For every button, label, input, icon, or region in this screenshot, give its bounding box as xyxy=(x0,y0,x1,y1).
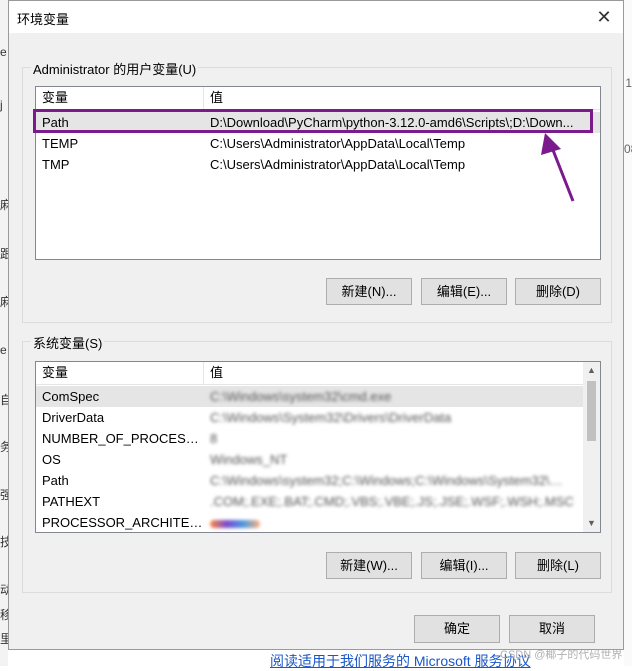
dialog-title: 环境变量 xyxy=(17,12,70,27)
column-header-value[interactable]: 值 xyxy=(204,362,584,384)
annotation-arrow-icon xyxy=(541,133,575,202)
environment-variables-dialog: 环境变量 ✕ Administrator 的用户变量(U) 变量 值 Path … xyxy=(8,0,624,650)
row-variable-value: C:\Windows\system32\cmd.exe xyxy=(210,389,392,404)
system-variables-label: 系统变量(S) xyxy=(31,333,105,352)
row-variable-name: NUMBER_OF_PROCESSORS xyxy=(42,431,204,446)
table-row[interactable]: Path C:\Windows\system32;C:\Windows;C:\W… xyxy=(36,470,584,491)
row-variable-name: TMP xyxy=(42,157,70,172)
table-row[interactable]: PROCESSOR_ARCHITECT... xyxy=(36,512,584,532)
user-delete-button[interactable]: 删除(D) xyxy=(515,278,601,305)
column-header-value[interactable]: 值 xyxy=(204,87,600,109)
column-header-variable[interactable]: 变量 xyxy=(36,87,204,109)
bg-glyph: 1 xyxy=(625,76,632,90)
scroll-down-icon[interactable]: ▼ xyxy=(583,515,600,532)
cancel-button[interactable]: 取消 xyxy=(509,615,595,643)
table-row[interactable]: PATHEXT .COM;.EXE;.BAT;.CMD;.VBS;.VBE;.J… xyxy=(36,491,584,512)
annotation-highlight-box xyxy=(33,109,593,133)
user-edit-button[interactable]: 编辑(E)... xyxy=(421,278,507,305)
bg-glyph: 跟 xyxy=(0,247,8,261)
service-agreement-link[interactable]: 阅读适用于我们服务的 Microsoft 服务协议 xyxy=(270,651,531,671)
system-new-button[interactable]: 新建(W)... xyxy=(326,552,412,579)
row-variable-name: PROCESSOR_ARCHITECT... xyxy=(42,515,204,530)
table-row[interactable]: TMP C:\Users\Administrator\AppData\Local… xyxy=(36,154,600,175)
bg-glyph: 务 xyxy=(0,440,8,454)
scrollbar-thumb[interactable] xyxy=(587,381,596,441)
list-header: 变量 值 xyxy=(36,87,600,110)
bg-glyph: 强 xyxy=(0,488,8,502)
user-new-button[interactable]: 新建(N)... xyxy=(326,278,412,305)
row-variable-value: Windows_NT xyxy=(210,452,288,467)
row-variable-value: C:\Windows\system32;C:\Windows;C:\Window… xyxy=(210,473,574,488)
bg-glyph: 移 xyxy=(0,608,8,622)
list-header: 变量 值 xyxy=(36,362,584,385)
close-icon[interactable]: ✕ xyxy=(593,6,615,28)
bg-glyph: 麻 xyxy=(0,198,8,212)
background-window-right-edge: 1 08 xyxy=(624,0,632,666)
redacted-value xyxy=(210,519,260,528)
table-row[interactable]: ComSpec C:\Windows\system32\cmd.exe xyxy=(36,386,584,407)
system-delete-button[interactable]: 删除(L) xyxy=(515,552,601,579)
row-variable-name: TEMP xyxy=(42,136,79,151)
system-variables-list[interactable]: 变量 值 ComSpec C:\Windows\system32\cmd.exe… xyxy=(35,361,601,533)
bg-glyph: 里 xyxy=(0,632,8,646)
ok-button[interactable]: 确定 xyxy=(414,615,500,643)
table-row[interactable]: OS Windows_NT xyxy=(36,449,584,470)
row-variable-value: .COM;.EXE;.BAT;.CMD;.VBS;.VBE;.JS;.JSE;.… xyxy=(210,494,574,509)
table-row[interactable]: DriverData C:\Windows\System32\Drivers\D… xyxy=(36,407,584,428)
bg-glyph: 动 xyxy=(0,583,8,597)
bg-glyph: 08 xyxy=(624,142,632,156)
row-variable-name: OS xyxy=(42,452,61,467)
bg-glyph: e xyxy=(0,343,7,357)
row-variable-name: DriverData xyxy=(42,410,105,425)
title-bar: 环境变量 ✕ xyxy=(9,1,623,33)
table-row[interactable]: TEMP C:\Users\Administrator\AppData\Loca… xyxy=(36,133,600,154)
scroll-up-icon[interactable]: ▲ xyxy=(583,362,600,379)
bg-glyph: 技 xyxy=(0,535,8,549)
bg-glyph: 自 xyxy=(0,393,8,407)
column-header-variable[interactable]: 变量 xyxy=(36,362,204,384)
row-variable-name: ComSpec xyxy=(42,389,100,404)
row-variable-name: PATHEXT xyxy=(42,494,101,509)
system-edit-button[interactable]: 编辑(I)... xyxy=(421,552,507,579)
background-window-left-edge: e j 麻 跟 麻 e 自 务 强 技 动 移 里 xyxy=(0,0,8,666)
row-variable-value: C:\Users\Administrator\AppData\Local\Tem… xyxy=(210,157,466,172)
bg-glyph: e xyxy=(0,45,7,59)
row-variable-name: Path xyxy=(42,473,69,488)
row-variable-value: C:\Users\Administrator\AppData\Local\Tem… xyxy=(210,136,466,151)
vertical-scrollbar[interactable]: ▲ ▼ xyxy=(583,362,600,532)
table-row[interactable]: NUMBER_OF_PROCESSORS 8 xyxy=(36,428,584,449)
system-variables-group: 系统变量(S) 变量 值 ComSpec C:\Windows\system32… xyxy=(22,333,612,593)
row-variable-value: C:\Windows\System32\Drivers\DriverData xyxy=(210,410,452,425)
row-variable-value xyxy=(204,512,574,532)
user-variables-label: Administrator 的用户变量(U) xyxy=(31,59,199,78)
bg-glyph: 麻 xyxy=(0,295,8,309)
user-variables-group: Administrator 的用户变量(U) 变量 值 Path D:\Down… xyxy=(22,59,612,323)
bg-glyph: j xyxy=(0,98,3,112)
row-variable-value: 8 xyxy=(210,431,218,446)
